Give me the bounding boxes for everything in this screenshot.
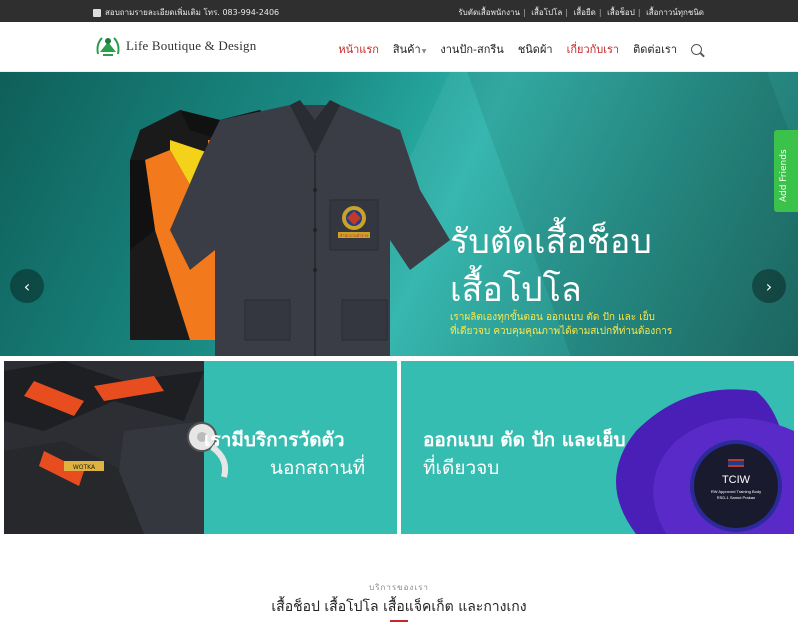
slider-prev-button[interactable]: ‹ (10, 269, 44, 303)
hero-sub-line2: ที่เดียวจบ ควบคุมคุณภาพได้ตามสเปกที่ท่าน… (450, 326, 673, 337)
nav-fabric[interactable]: ชนิดผ้า (518, 40, 553, 58)
chevron-right-icon: › (765, 276, 773, 296)
nav-contact[interactable]: ติดต่อเรา (633, 40, 677, 58)
nav-about[interactable]: เกี่ยวกับเรา (567, 40, 620, 58)
shirts-pile-image: WOTKA (4, 361, 204, 534)
top-link-gown[interactable]: เสื้อกาวน์ทุกชนิด (646, 8, 704, 17)
title-underline (390, 620, 408, 622)
nav-products[interactable]: สินค้า▼ (393, 40, 426, 58)
top-link-polo[interactable]: เสื้อโปโล (531, 8, 562, 17)
search-icon[interactable] (691, 43, 702, 55)
hero-title-line1: รับตัดเสื้อช็อบ (450, 222, 652, 262)
services-label: บริการของเรา (369, 583, 429, 592)
contact-info: สอบถามรายละเอียดเพิ่มเติม โทร. 083-994-2… (93, 6, 279, 19)
panel-b-subtitle: ที่เดียวจบ (423, 457, 500, 479)
hero-title-line2: เสื้อโปโล (450, 270, 582, 310)
top-link-tshirt[interactable]: เสื้อยืด (574, 8, 596, 17)
shirt-badge-text: สำนักงานตำรวจ (340, 233, 368, 238)
services-title: เสื้อช็อป เสื้อโปโล เสื้อแจ็คเก็ต และกาง… (271, 599, 527, 615)
main-nav: หน้าแรก สินค้า▼ งานปัก-สกรีน ชนิดผ้า เกี… (338, 40, 702, 58)
patch-sub2-text: RSD-1 Samut Prakan (717, 495, 755, 500)
hero-subtitle: เราผลิตเองทุกขั้นตอน ออกแบบ ตัด ปัก และ … (450, 311, 672, 339)
top-link-shop[interactable]: เสื้อช็อป (607, 8, 635, 17)
top-links: รับตัดเสื้อพนักงาน | เสื้อโปโล | เสื้อยืด |… (458, 8, 704, 17)
hero-shirts-image: สำนักงานตำรวจ (130, 100, 450, 356)
logo-text: Life Boutique & Design (126, 38, 257, 53)
panel-a-subtitle: นอกสถานที่ (270, 457, 366, 479)
patch-sub1-text: RW Approved Training Body (711, 489, 761, 494)
nav-embroidery[interactable]: งานปัก-สกรีน (440, 40, 503, 58)
panel-b-title: ออกแบบ ตัด ปัก และเย็บ (423, 429, 626, 451)
hero-title: รับตัดเสื้อช็อบ เสื้อโปโล (450, 218, 652, 314)
contact-text: สอบถามรายละเอียดเพิ่มเติม โทร. 083-994-2… (105, 8, 280, 17)
logo[interactable]: Life Boutique & Design (94, 32, 256, 60)
line-add-friends-widget[interactable]: Add Friends (774, 130, 798, 212)
hero-sub-line1: เราผลิตเองทุกขั้นตอน ออกแบบ ตัด ปัก และ … (450, 312, 655, 323)
hero-slider: สำนักงานตำรวจ รับตัดเสื้อช็อบ เสื้อโปโล … (0, 72, 798, 356)
phone-icon (93, 8, 101, 17)
shirt-label-text: WOTKA (73, 464, 96, 471)
panel-a-title: เรามีบริการวัดตัว (204, 429, 345, 451)
logo-emblem-icon (96, 37, 120, 56)
top-bar: สอบถามรายละเอียดเพิ่มเติม โทร. 083-994-2… (0, 0, 798, 22)
nav-home[interactable]: หน้าแรก (338, 40, 379, 58)
chevron-left-icon: ‹ (23, 276, 31, 296)
slider-next-button[interactable]: › (752, 269, 786, 303)
promo-panel-design[interactable]: TCIW RW Approved Training Body RSD-1 Sam… (401, 361, 794, 534)
promo-panel-measure[interactable]: WOTKA เรามีบริการวัดตัว นอกสถานที่ (4, 361, 397, 534)
add-friends-label: Add Friends (779, 149, 789, 202)
top-link-staff[interactable]: รับตัดเสื้อพนักงาน (458, 8, 520, 17)
patch-title-text: TCIW (722, 474, 751, 486)
header: Life Boutique & Design หน้าแรก สินค้า▼ ง… (0, 22, 798, 72)
chevron-down-icon: ▼ (421, 48, 427, 55)
